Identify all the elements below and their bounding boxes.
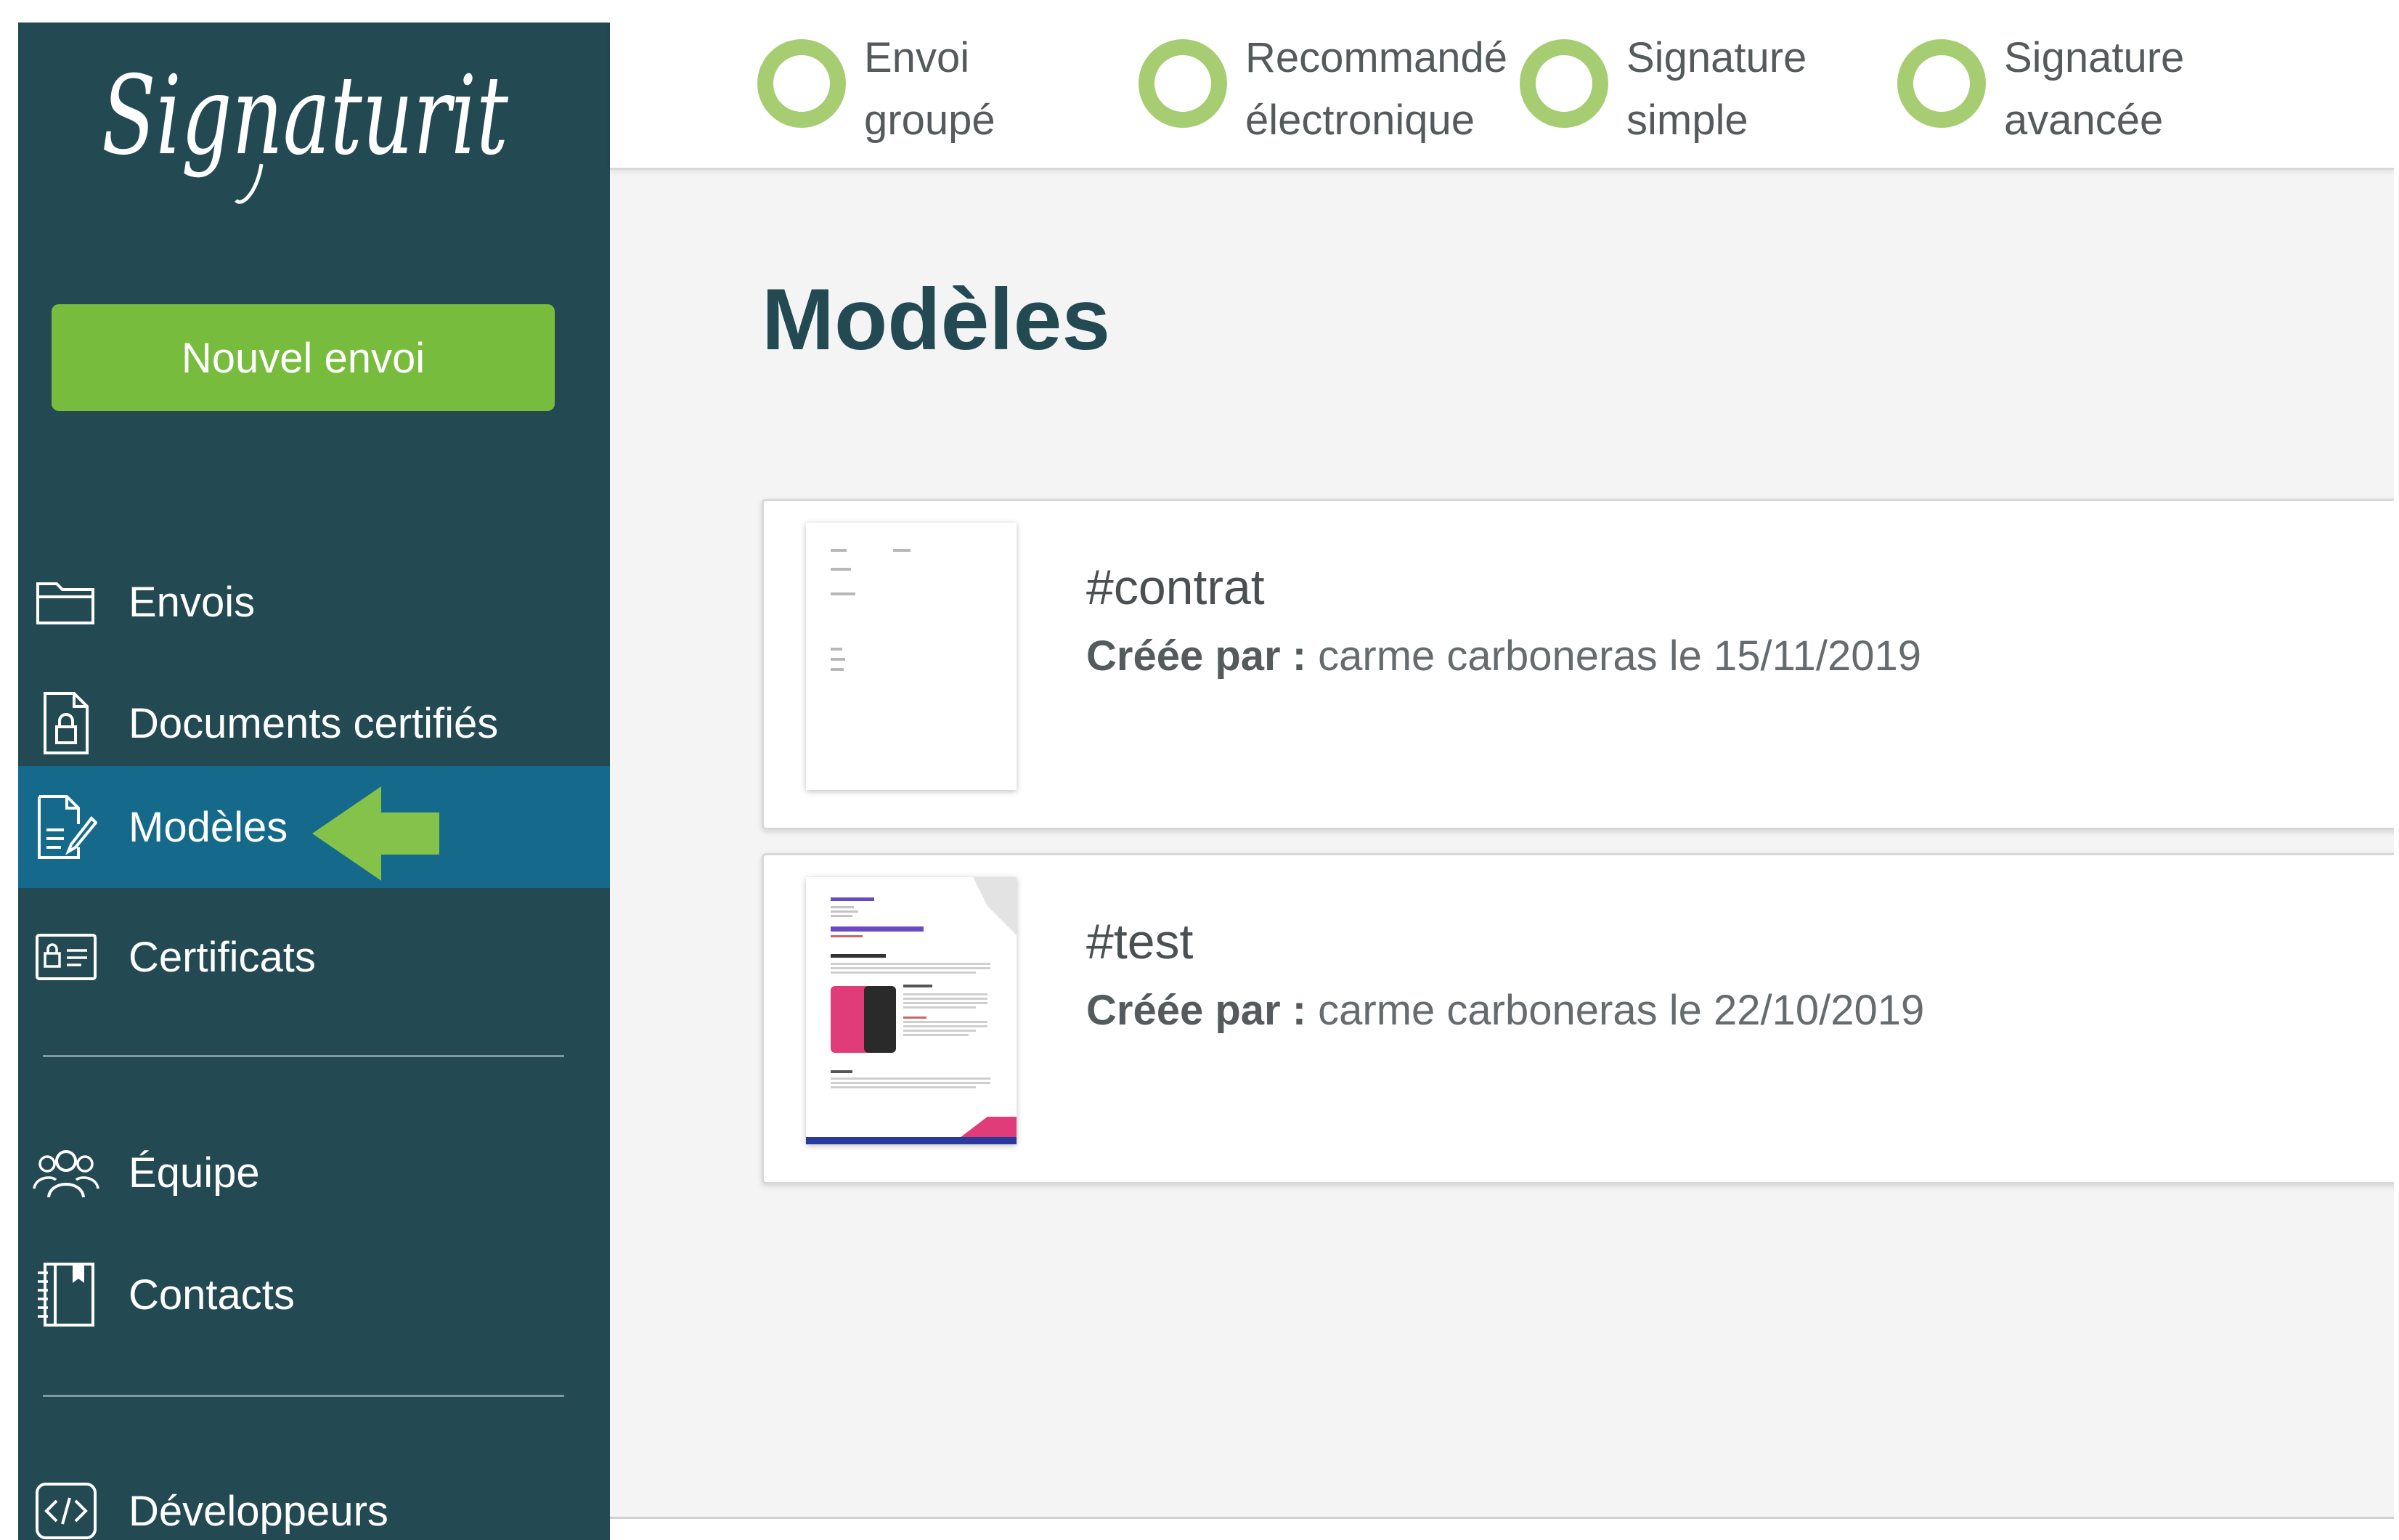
app-window: Signaturit Nouvel envoi Envois Documents… (18, 23, 2394, 1540)
sidebar-item-label: Envois (129, 578, 256, 626)
sidebar-item-label: Développeurs (129, 1487, 388, 1535)
progress-ring-icon (757, 39, 846, 128)
sidebar-item-certificats[interactable]: Certificats (18, 896, 610, 1018)
progress-ring-icon (1897, 39, 1986, 128)
sidebar-item-developpeurs[interactable]: Développeurs (18, 1450, 610, 1540)
step-label: Signature avancée (2004, 34, 2185, 144)
sidebar-item-envois[interactable]: Envois (18, 541, 610, 663)
sidebar-item-label: Contacts (129, 1271, 295, 1319)
sidebar-divider (43, 1395, 564, 1397)
locked-document-icon (33, 690, 99, 757)
certificate-card-icon (33, 924, 99, 990)
new-send-button[interactable]: Nouvel envoi (52, 304, 555, 411)
template-card-contrat[interactable]: #contrat Créée par : carme carboneras le… (762, 499, 2394, 830)
template-icon (33, 794, 99, 860)
document-thumbnail (806, 877, 1017, 1144)
code-icon (33, 1478, 99, 1540)
folder-icon (33, 569, 99, 635)
step-label: Signature simple (1626, 34, 1807, 144)
plan-steps-bar: Envoi groupé Recommandé électronique Signa… (610, 23, 2394, 170)
progress-ring-icon (1520, 39, 1608, 128)
template-name: #test (1086, 914, 1194, 969)
page-title: Modèles (762, 271, 1111, 368)
step-label: Recommandé électronique (1245, 34, 1508, 144)
footer-area (610, 1519, 2394, 1540)
step-label: Envoi groupé (864, 34, 995, 144)
progress-ring-icon (1139, 39, 1227, 128)
sidebar-item-label: Certificats (129, 933, 316, 981)
sidebar-item-label: Modèles (129, 803, 288, 851)
template-card-test[interactable]: #test Créée par : carme carboneras le 22… (762, 853, 2394, 1184)
sidebar-item-label: Documents certifiés (129, 699, 499, 747)
signaturit-logo[interactable]: Signaturit (94, 44, 530, 211)
sidebar-item-contacts[interactable]: Contacts (18, 1234, 610, 1356)
sidebar-item-equipe[interactable]: Équipe (18, 1112, 610, 1234)
sidebar-divider (43, 1055, 564, 1057)
highlight-arrow-icon (312, 786, 439, 881)
template-meta: Créée par : carme carboneras le 15/11/20… (1086, 632, 1921, 680)
svg-text:Signaturit: Signaturit (102, 53, 509, 179)
template-name: #contrat (1086, 560, 1265, 615)
template-meta: Créée par : carme carboneras le 22/10/20… (1086, 987, 1925, 1034)
sidebar: Signaturit Nouvel envoi Envois Documents… (18, 23, 610, 1540)
address-book-icon (33, 1261, 99, 1328)
sidebar-item-label: Équipe (129, 1149, 260, 1197)
team-icon (33, 1139, 99, 1206)
document-thumbnail (806, 523, 1017, 790)
